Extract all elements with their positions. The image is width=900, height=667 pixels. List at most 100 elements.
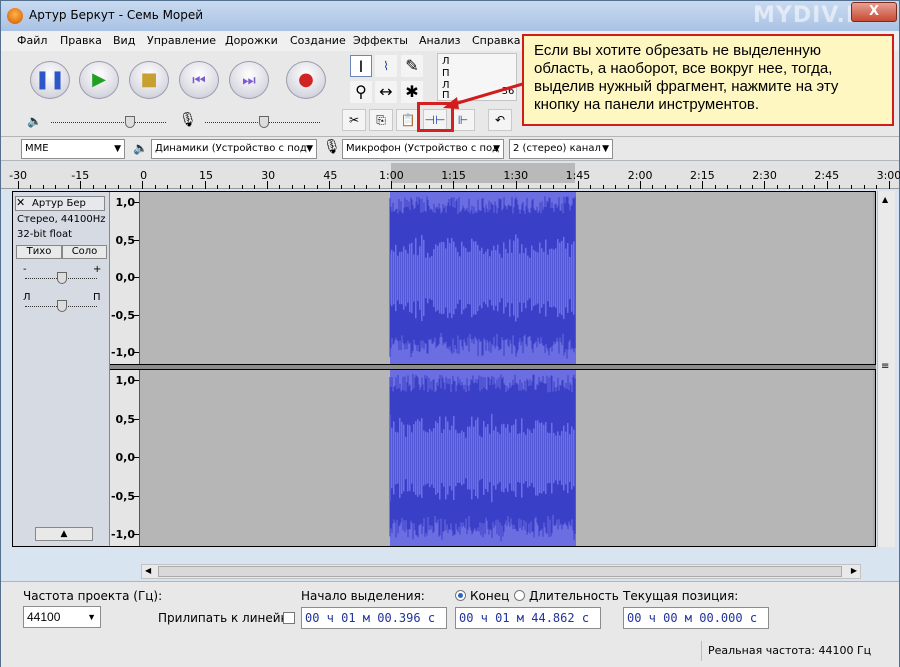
menu-edit[interactable]: Правка — [60, 34, 102, 47]
ruler-minor-tick — [378, 185, 380, 189]
scale-label: -0,5 — [110, 489, 135, 503]
horizontal-scroll-thumb[interactable] — [158, 566, 842, 577]
undo-icon[interactable]: ↶ — [488, 109, 512, 131]
ruler-minor-tick — [677, 185, 679, 189]
ruler-minor-tick — [503, 185, 505, 189]
ruler-tick — [391, 181, 393, 189]
end-radio[interactable] — [455, 590, 466, 601]
envelope-tool-icon[interactable]: ⌇ — [375, 55, 397, 77]
scale-tick — [134, 418, 139, 420]
selection-end-field[interactable]: 00 ч 01 м 44.862 с — [455, 607, 601, 629]
instruction-callout: Если вы хотите обрезать не выделенную об… — [522, 34, 894, 126]
pause-button[interactable]: ❚❚ — [30, 61, 70, 99]
ruler-minor-tick — [602, 185, 604, 189]
cut-icon[interactable]: ✂ — [342, 109, 366, 131]
collapse-up-icon: ▲ — [60, 529, 68, 539]
audio-position-field[interactable]: 00 ч 00 м 00.000 с — [623, 607, 769, 629]
project-rate-select[interactable]: 44100 ▼ — [23, 606, 101, 628]
ruler-minor-tick — [217, 185, 219, 189]
ruler-minor-tick — [490, 185, 492, 189]
input-device-select[interactable]: Микрофон (Устройство с под ▼ — [342, 139, 504, 159]
menu-generate[interactable]: Создание — [290, 34, 346, 47]
stop-button[interactable]: ■ — [129, 61, 169, 99]
zoom-tool-icon[interactable]: ⚲ — [350, 81, 372, 103]
output-device-select[interactable]: Динамики (Устройство с под ▼ — [151, 139, 317, 159]
multi-tool-icon[interactable]: ✱ — [401, 81, 423, 103]
selection-start-label: Начало выделения: — [301, 589, 425, 603]
stop-icon: ■ — [140, 69, 158, 90]
ruler-tick-label: 2:00 — [627, 169, 653, 182]
scroll-left-icon[interactable]: ◀ — [145, 566, 151, 575]
ruler-minor-tick — [814, 185, 816, 189]
waveform-channel-right[interactable] — [140, 370, 873, 546]
copy-icon[interactable]: ⎘ — [369, 109, 393, 131]
scale-tick — [134, 380, 139, 381]
waveform-right-svg — [389, 370, 576, 546]
snap-to-checkbox[interactable] — [283, 612, 295, 624]
ruler-tick-label: -15 — [71, 169, 90, 182]
menu-analyze[interactable]: Анализ — [419, 34, 461, 47]
scale-tick — [134, 314, 139, 316]
ruler-minor-tick — [727, 185, 729, 189]
scroll-right-icon[interactable]: ▶ — [851, 566, 857, 575]
skip-start-button[interactable]: ⏮ — [179, 61, 219, 99]
ruler-minor-tick — [528, 185, 530, 189]
ruler-tick — [80, 181, 82, 189]
menu-tracks[interactable]: Дорожки — [225, 34, 278, 47]
record-button[interactable]: ● — [286, 61, 326, 99]
channels-select[interactable]: 2 (стерео) канал ▼ — [509, 139, 613, 159]
ruler-minor-tick — [478, 185, 480, 189]
timeshift-tool-icon[interactable]: ↔ — [375, 81, 397, 103]
vertical-scrollbar[interactable]: ▲ ≡ — [877, 191, 895, 547]
scale-tick — [134, 457, 139, 458]
playback-volume-thumb[interactable] — [125, 116, 135, 128]
waveform-channel-left[interactable] — [140, 192, 873, 364]
audio-host-select[interactable]: MME ▼ — [21, 139, 125, 159]
selection-start-field[interactable]: 00 ч 01 м 00.396 с — [301, 607, 447, 629]
timeline-ruler[interactable]: -30 -15 0 15 30 45 1:00 1:15 1:30 1:45 2:00 2:15 2:3… — [1, 163, 900, 189]
status-bar-rate: Реальная частота: 44100 Гц — [701, 641, 897, 661]
play-button[interactable]: ▶ — [79, 61, 119, 99]
length-radio[interactable] — [514, 590, 525, 601]
ruler-tick — [142, 181, 144, 189]
ruler-tick-label: 2:15 — [690, 169, 715, 182]
ruler-minor-tick — [776, 185, 778, 189]
ruler-minor-tick — [465, 185, 467, 189]
collapse-track-button[interactable]: ▲ — [35, 527, 93, 541]
recording-volume-thumb[interactable] — [259, 116, 269, 128]
ruler-minor-tick — [192, 185, 194, 189]
track-close-icon[interactable]: ✕ — [16, 196, 25, 209]
meter-left-label: Л — [442, 56, 450, 67]
menu-help[interactable]: Справка — [472, 34, 520, 47]
solo-button[interactable]: Соло — [62, 245, 107, 259]
menu-view[interactable]: Вид — [113, 34, 135, 47]
gain-thumb[interactable] — [57, 272, 67, 284]
track-name-menu[interactable]: Артур Бер — [15, 196, 105, 211]
ruler-minor-tick — [839, 185, 841, 189]
tools-toolbar: I ⌇ ✎ ⚲ ↔ ✱ — [346, 53, 432, 103]
scale-tick — [134, 277, 139, 278]
ruler-minor-tick — [440, 185, 442, 189]
menu-effects[interactable]: Эффекты — [353, 34, 408, 47]
ruler-tick-label: 1:45 — [565, 169, 591, 182]
mute-button[interactable]: Тихо — [16, 245, 62, 259]
ruler-minor-tick — [652, 185, 654, 189]
waveform-left-svg — [389, 192, 576, 364]
playback-volume-slider[interactable] — [51, 122, 166, 123]
ruler-minor-tick — [341, 185, 343, 189]
menu-file[interactable]: Файл — [17, 34, 47, 47]
draw-tool-icon[interactable]: ✎ — [401, 55, 423, 77]
ruler-minor-tick — [254, 185, 256, 189]
scroll-up-icon[interactable]: ▲ — [882, 195, 888, 204]
horizontal-scrollbar[interactable]: ◀ ▶ — [141, 564, 861, 579]
silence-selection-icon[interactable]: ⊩ — [451, 109, 475, 131]
close-window-button[interactable]: X — [851, 2, 897, 22]
skip-end-button[interactable]: ⏭ — [229, 61, 269, 99]
selection-tool-icon[interactable]: I — [350, 55, 372, 77]
dropdown-arrow-icon: ▼ — [114, 144, 121, 154]
menu-transport[interactable]: Управление — [147, 34, 216, 47]
ruler-minor-tick — [714, 185, 716, 189]
dropdown-arrow-icon: ▼ — [493, 144, 500, 154]
audio-track: Артур Бер ✕ Стерео, 44100Hz 32-bit float… — [12, 191, 876, 547]
pan-thumb[interactable] — [57, 300, 67, 312]
